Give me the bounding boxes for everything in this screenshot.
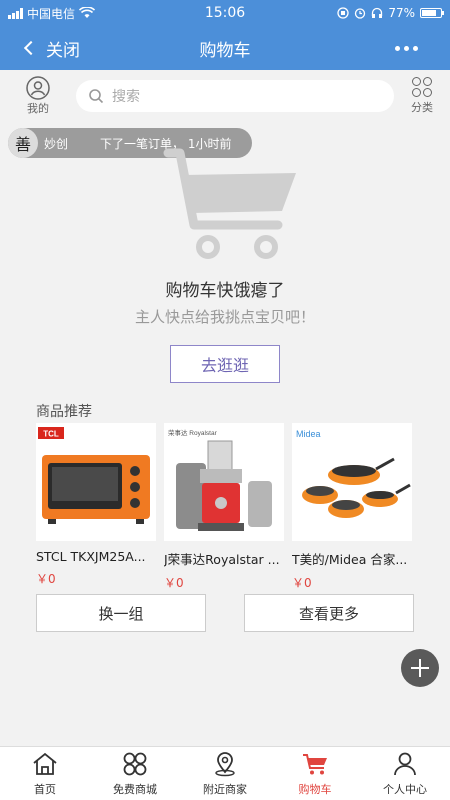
product-image-oven: TCL bbox=[36, 423, 156, 541]
recommend-actions: 换一组 查看更多 bbox=[36, 594, 414, 632]
product-price: ￥0 bbox=[292, 576, 312, 590]
midea-brand-logo: Midea bbox=[296, 429, 321, 439]
home-icon bbox=[33, 752, 57, 775]
rotation-lock-icon bbox=[337, 7, 349, 19]
nav-bar: 关闭 购物车 bbox=[0, 26, 450, 70]
close-button[interactable]: 关闭 bbox=[0, 36, 150, 61]
category-grid-icon bbox=[412, 77, 432, 97]
search-input[interactable]: 搜索 bbox=[76, 80, 394, 112]
product-card[interactable]: TCL STCL TKXJM25A... ￥0 bbox=[36, 423, 156, 591]
product-image-juicer: 荣事达 Royalstar bbox=[164, 423, 284, 541]
product-name: T美的/Midea 合家... bbox=[292, 552, 408, 567]
tab-free-mall[interactable]: 免费商城 bbox=[90, 747, 180, 800]
more-options-icon[interactable] bbox=[300, 45, 450, 51]
product-name: STCL TKXJM25A... bbox=[36, 549, 146, 564]
product-list: TCL STCL TKXJM25A... ￥0 荣事达 Royalstar J荣… bbox=[36, 423, 450, 591]
juicer-brand-logo: 荣事达 Royalstar bbox=[168, 428, 218, 437]
oven-brand-logo: TCL bbox=[43, 430, 59, 439]
product-price: ￥0 bbox=[36, 572, 56, 586]
close-label: 关闭 bbox=[46, 40, 80, 61]
view-more-button[interactable]: 查看更多 bbox=[244, 594, 414, 632]
refresh-group-button[interactable]: 换一组 bbox=[36, 594, 206, 632]
cart-icon bbox=[303, 753, 327, 774]
status-bar: 中国电信 15:06 77% bbox=[0, 0, 450, 26]
tab-cart[interactable]: 购物车 bbox=[270, 747, 360, 800]
page-title: 购物车 bbox=[199, 40, 251, 61]
go-shopping-button[interactable]: 去逛逛 bbox=[170, 345, 280, 383]
add-floating-button[interactable] bbox=[401, 649, 439, 687]
search-placeholder: 搜索 bbox=[112, 89, 140, 105]
tab-nearby[interactable]: 附近商家 bbox=[180, 747, 270, 800]
category-button[interactable]: 分类 bbox=[394, 77, 450, 115]
product-name: J荣事达Royalstar ... bbox=[164, 552, 280, 567]
category-label: 分类 bbox=[411, 101, 433, 114]
person-icon bbox=[394, 752, 416, 775]
back-chevron-icon bbox=[23, 40, 39, 56]
tab-home[interactable]: 首页 bbox=[0, 747, 90, 800]
carrier-label: 中国电信 bbox=[27, 6, 76, 21]
tab-label: 个人中心 bbox=[383, 782, 427, 796]
mine-label: 我的 bbox=[27, 102, 49, 115]
product-card[interactable]: 荣事达 Royalstar J荣事达Royalstar ... ￥0 bbox=[164, 423, 284, 591]
user-avatar-icon bbox=[26, 76, 50, 100]
tab-label: 免费商城 bbox=[113, 782, 157, 796]
empty-cart-title: 购物车快饿瘪了 bbox=[165, 281, 285, 301]
signal-icon bbox=[8, 7, 23, 19]
wifi-icon bbox=[79, 7, 96, 18]
battery-icon bbox=[420, 8, 445, 18]
location-icon bbox=[215, 751, 235, 776]
mine-button[interactable]: 我的 bbox=[0, 76, 76, 116]
tab-profile[interactable]: 个人中心 bbox=[360, 747, 450, 800]
empty-cart-subtitle: 主人快点给我挑点宝贝吧！ bbox=[134, 308, 315, 326]
product-price: ￥0 bbox=[164, 576, 184, 590]
alarm-icon bbox=[355, 8, 366, 19]
search-icon bbox=[89, 89, 104, 104]
battery-percent: 77% bbox=[388, 6, 416, 20]
status-time: 15:06 bbox=[204, 5, 246, 21]
headphones-icon bbox=[372, 7, 383, 18]
bottom-tab-bar: 首页 免费商城 附近商家 购物车 个人中心 bbox=[0, 746, 450, 800]
grid-icon bbox=[123, 752, 147, 775]
toast-nickname: 妙创 bbox=[44, 136, 69, 151]
tab-label: 首页 bbox=[34, 782, 56, 796]
search-row: 我的 搜索 分类 bbox=[0, 70, 450, 122]
product-image-cookware: Midea bbox=[292, 423, 412, 541]
tab-label: 购物车 bbox=[298, 782, 332, 796]
product-card[interactable]: Midea T美的/Midea 合家... ￥0 bbox=[292, 423, 412, 591]
empty-cart-icon bbox=[163, 148, 296, 259]
toast-avatar: 善 bbox=[8, 128, 38, 158]
recommend-title: 商品推荐 bbox=[36, 404, 92, 420]
tab-label: 附近商家 bbox=[203, 782, 247, 796]
